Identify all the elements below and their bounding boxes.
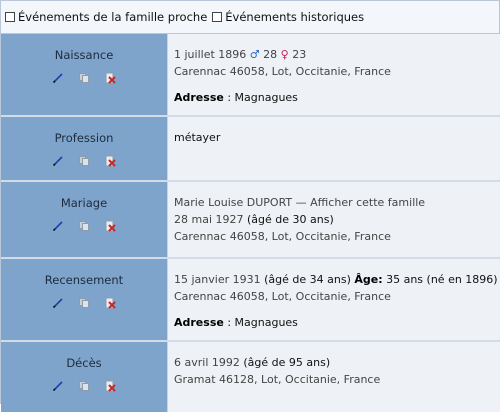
- family-events-checkbox[interactable]: [5, 12, 15, 22]
- pencil-icon[interactable]: [52, 380, 64, 392]
- pencil-icon[interactable]: [52, 155, 64, 167]
- fact-label: Décès: [66, 356, 102, 370]
- age-label: Âge:: [354, 273, 383, 286]
- father-age: 28: [263, 48, 278, 61]
- fact-value: métayer: [174, 131, 221, 144]
- fact-value-cell: 6 avril 1992 (âgé de 95 ans) Gramat 4612…: [167, 342, 500, 412]
- fact-age: (âgé de 95 ans): [239, 356, 331, 369]
- pencil-icon[interactable]: [52, 72, 64, 84]
- fact-value-cell: Marie Louise DUPORT — Afficher cette fam…: [167, 182, 500, 257]
- show-family-link[interactable]: — Afficher cette famille: [292, 196, 425, 209]
- address-label: Adresse: [174, 91, 224, 104]
- fact-value-cell: 1 juillet 1896 ♂ 28 ♀ 23 Carennac 46058,…: [167, 34, 500, 115]
- fact-label-cell: Mariage: [1, 182, 167, 257]
- address-separator: :: [223, 316, 235, 329]
- female-icon: ♀: [280, 48, 289, 61]
- copy-icon[interactable]: [78, 72, 90, 84]
- event-filter-bar: Événements de la famille proche Événemen…: [1, 0, 500, 34]
- fact-actions: [1, 220, 167, 232]
- fact-date: 28 mai 1927: [174, 213, 244, 226]
- delete-icon[interactable]: [104, 220, 116, 232]
- fact-age: (âgé de 30 ans): [243, 213, 334, 226]
- address-label: Adresse: [174, 316, 224, 329]
- male-icon: ♂: [249, 48, 260, 61]
- fact-actions: [1, 155, 167, 167]
- fact-row-marriage: Mariage Marie Louise DUPORT — Afficher c…: [1, 182, 500, 259]
- fact-value-cell: 15 janvier 1931 (âgé de 34 ans) Âge: 35 …: [167, 259, 500, 340]
- fact-label: Profession: [54, 131, 114, 145]
- fact-actions: [1, 380, 167, 392]
- fact-date: 6 avril 1992: [174, 356, 240, 369]
- copy-icon[interactable]: [78, 297, 90, 309]
- historic-events-toggle[interactable]: Événements historiques: [212, 10, 364, 24]
- fact-address: Adresse : Magnagues: [174, 314, 500, 331]
- facts-panel: Événements de la famille proche Événemen…: [0, 0, 500, 412]
- copy-icon[interactable]: [78, 380, 90, 392]
- delete-icon[interactable]: [104, 72, 116, 84]
- fact-address: Adresse : Magnagues: [174, 89, 500, 106]
- fact-actions: [1, 72, 167, 84]
- fact-row-occupation: Profession métayer: [1, 117, 500, 182]
- fact-label-cell: Naissance: [1, 34, 167, 115]
- copy-icon[interactable]: [78, 155, 90, 167]
- address-value: Magnagues: [234, 316, 298, 329]
- pencil-icon[interactable]: [52, 297, 64, 309]
- fact-label-cell: Profession: [1, 117, 167, 180]
- fact-place: Carennac 46058, Lot, Occitanie, France: [174, 65, 391, 78]
- fact-row-birth: Naissance 1 juillet 1896 ♂ 28 ♀ 23 Caren…: [1, 34, 500, 117]
- delete-icon[interactable]: [104, 380, 116, 392]
- family-events-toggle[interactable]: Événements de la famille proche: [5, 10, 207, 24]
- fact-label: Recensement: [44, 273, 124, 287]
- fact-value-cell: métayer: [167, 117, 500, 180]
- spouse-link[interactable]: Marie Louise DUPORT: [174, 196, 292, 209]
- family-events-label: Événements de la famille proche: [18, 10, 208, 24]
- fact-place: Carennac 46058, Lot, Occitanie, France: [174, 230, 391, 243]
- historic-events-checkbox[interactable]: [212, 12, 223, 22]
- delete-icon[interactable]: [104, 155, 116, 167]
- fact-date: 15 janvier 1931: [174, 273, 261, 286]
- fact-age: (âgé de 34 ans): [260, 273, 355, 286]
- age-value: 35 ans (né en 1896): [382, 273, 498, 286]
- delete-icon[interactable]: [104, 297, 116, 309]
- fact-label: Naissance: [54, 48, 114, 62]
- fact-label-cell: Décès: [1, 342, 167, 412]
- address-separator: :: [223, 91, 235, 104]
- fact-row-census: Recensement 15 janvier 1931 (âgé de 34 a…: [1, 259, 500, 342]
- fact-label: Mariage: [60, 196, 108, 210]
- address-value: Magnagues: [234, 91, 298, 104]
- pencil-icon[interactable]: [52, 220, 64, 232]
- copy-icon[interactable]: [78, 220, 90, 232]
- fact-place: Carennac 46058, Lot, Occitanie, France: [174, 290, 391, 303]
- mother-age: 23: [292, 48, 307, 61]
- fact-row-death: Décès 6 avril 1992 (âgé de 95 ans) Grama…: [1, 342, 500, 412]
- fact-date: 1 juillet 1896: [174, 48, 247, 61]
- fact-place: Gramat 46128, Lot, Occitanie, France: [174, 373, 381, 386]
- fact-actions: [1, 297, 167, 309]
- historic-events-label: Événements historiques: [225, 10, 365, 24]
- fact-label-cell: Recensement: [1, 259, 167, 340]
